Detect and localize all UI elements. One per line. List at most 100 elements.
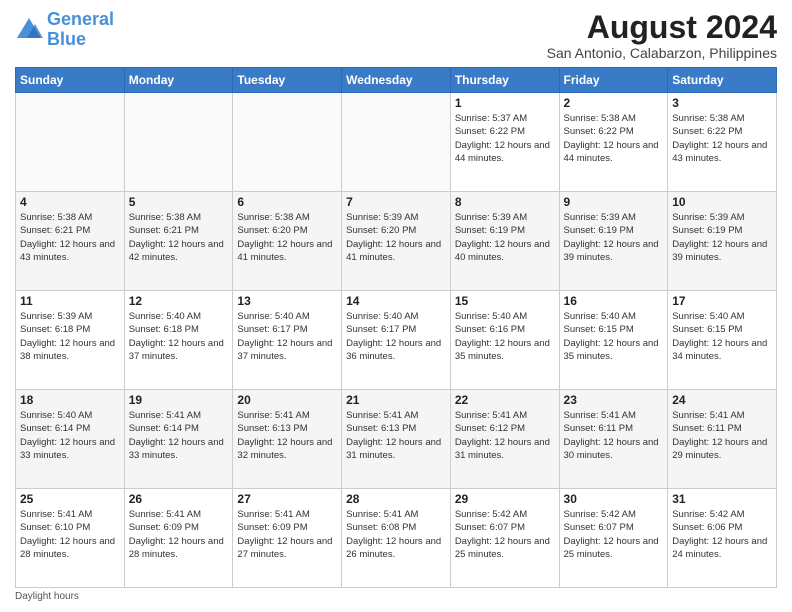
calendar-cell: 25 Sunrise: 5:41 AM Sunset: 6:10 PM Dayli… <box>16 489 125 588</box>
calendar-cell: 18 Sunrise: 5:40 AM Sunset: 6:14 PM Dayli… <box>16 390 125 489</box>
calendar-header-wednesday: Wednesday <box>342 68 451 93</box>
calendar-cell: 6 Sunrise: 5:38 AM Sunset: 6:20 PM Daylig… <box>233 192 342 291</box>
day-info: Sunrise: 5:39 AM Sunset: 6:20 PM Dayligh… <box>346 211 446 264</box>
day-number: 14 <box>346 294 446 308</box>
calendar-header-tuesday: Tuesday <box>233 68 342 93</box>
calendar-cell: 17 Sunrise: 5:40 AM Sunset: 6:15 PM Dayli… <box>668 291 777 390</box>
calendar-cell: 5 Sunrise: 5:38 AM Sunset: 6:21 PM Daylig… <box>124 192 233 291</box>
calendar-cell: 1Sunrise: 5:37 AM Sunset: 6:22 PM Daylig… <box>450 93 559 192</box>
day-number: 18 <box>20 393 120 407</box>
day-info: Sunrise: 5:41 AM Sunset: 6:11 PM Dayligh… <box>564 409 664 462</box>
calendar-header-thursday: Thursday <box>450 68 559 93</box>
day-info: Sunrise: 5:40 AM Sunset: 6:17 PM Dayligh… <box>346 310 446 363</box>
day-number: 16 <box>564 294 664 308</box>
day-info: Sunrise: 5:40 AM Sunset: 6:14 PM Dayligh… <box>20 409 120 462</box>
calendar-cell: 21 Sunrise: 5:41 AM Sunset: 6:13 PM Dayli… <box>342 390 451 489</box>
calendar-cell: 20 Sunrise: 5:41 AM Sunset: 6:13 PM Dayli… <box>233 390 342 489</box>
day-info: Sunrise: 5:41 AM Sunset: 6:13 PM Dayligh… <box>237 409 337 462</box>
calendar-cell: 15 Sunrise: 5:40 AM Sunset: 6:16 PM Dayli… <box>450 291 559 390</box>
day-info: Sunrise: 5:40 AM Sunset: 6:18 PM Dayligh… <box>129 310 229 363</box>
calendar-cell: 31 Sunrise: 5:42 AM Sunset: 6:06 PM Dayli… <box>668 489 777 588</box>
calendar-header-saturday: Saturday <box>668 68 777 93</box>
calendar-cell: 3 Sunrise: 5:38 AM Sunset: 6:22 PM Daylig… <box>668 93 777 192</box>
calendar-table: SundayMondayTuesdayWednesdayThursdayFrid… <box>15 67 777 588</box>
day-info: Sunrise: 5:41 AM Sunset: 6:09 PM Dayligh… <box>237 508 337 561</box>
day-number: 25 <box>20 492 120 506</box>
day-number: 15 <box>455 294 555 308</box>
day-info: Sunrise: 5:41 AM Sunset: 6:08 PM Dayligh… <box>346 508 446 561</box>
calendar-cell <box>16 93 125 192</box>
day-info: Sunrise: 5:42 AM Sunset: 6:06 PM Dayligh… <box>672 508 772 561</box>
day-info: Sunrise: 5:38 AM Sunset: 6:20 PM Dayligh… <box>237 211 337 264</box>
subtitle: San Antonio, Calabarzon, Philippines <box>547 45 777 61</box>
calendar-week-4: 25 Sunrise: 5:41 AM Sunset: 6:10 PM Dayli… <box>16 489 777 588</box>
day-info: Sunrise: 5:38 AM Sunset: 6:21 PM Dayligh… <box>129 211 229 264</box>
day-number: 21 <box>346 393 446 407</box>
logo: General Blue <box>15 10 114 50</box>
day-number: 4 <box>20 195 120 209</box>
logo-text: General Blue <box>47 10 114 50</box>
day-number: 29 <box>455 492 555 506</box>
day-info: Sunrise: 5:38 AM Sunset: 6:22 PM Dayligh… <box>564 112 664 165</box>
calendar-week-2: 11 Sunrise: 5:39 AM Sunset: 6:18 PM Dayli… <box>16 291 777 390</box>
calendar-cell: 8Sunrise: 5:39 AM Sunset: 6:19 PM Daylig… <box>450 192 559 291</box>
main-title: August 2024 <box>547 10 777 45</box>
calendar-cell: 7 Sunrise: 5:39 AM Sunset: 6:20 PM Daylig… <box>342 192 451 291</box>
calendar-cell: 2 Sunrise: 5:38 AM Sunset: 6:22 PM Daylig… <box>559 93 668 192</box>
day-number: 1 <box>455 96 555 110</box>
day-number: 22 <box>455 393 555 407</box>
day-info: Sunrise: 5:38 AM Sunset: 6:22 PM Dayligh… <box>672 112 772 165</box>
calendar-cell: 26 Sunrise: 5:41 AM Sunset: 6:09 PM Dayli… <box>124 489 233 588</box>
calendar-cell <box>233 93 342 192</box>
calendar-cell: 24 Sunrise: 5:41 AM Sunset: 6:11 PM Dayli… <box>668 390 777 489</box>
calendar-week-3: 18 Sunrise: 5:40 AM Sunset: 6:14 PM Dayli… <box>16 390 777 489</box>
calendar-cell <box>342 93 451 192</box>
calendar-cell: 10 Sunrise: 5:39 AM Sunset: 6:19 PM Dayli… <box>668 192 777 291</box>
footer-note: Daylight hours <box>15 591 777 602</box>
day-info: Sunrise: 5:41 AM Sunset: 6:09 PM Dayligh… <box>129 508 229 561</box>
day-info: Sunrise: 5:41 AM Sunset: 6:13 PM Dayligh… <box>346 409 446 462</box>
day-info: Sunrise: 5:39 AM Sunset: 6:19 PM Dayligh… <box>672 211 772 264</box>
day-number: 11 <box>20 294 120 308</box>
day-info: Sunrise: 5:40 AM Sunset: 6:16 PM Dayligh… <box>455 310 555 363</box>
calendar-week-1: 4 Sunrise: 5:38 AM Sunset: 6:21 PM Daylig… <box>16 192 777 291</box>
day-number: 6 <box>237 195 337 209</box>
day-number: 23 <box>564 393 664 407</box>
calendar-cell: 27Sunrise: 5:41 AM Sunset: 6:09 PM Dayli… <box>233 489 342 588</box>
day-number: 7 <box>346 195 446 209</box>
day-number: 30 <box>564 492 664 506</box>
day-number: 20 <box>237 393 337 407</box>
day-info: Sunrise: 5:40 AM Sunset: 6:15 PM Dayligh… <box>564 310 664 363</box>
day-number: 19 <box>129 393 229 407</box>
day-number: 5 <box>129 195 229 209</box>
day-number: 9 <box>564 195 664 209</box>
day-number: 3 <box>672 96 772 110</box>
day-info: Sunrise: 5:40 AM Sunset: 6:17 PM Dayligh… <box>237 310 337 363</box>
day-info: Sunrise: 5:41 AM Sunset: 6:11 PM Dayligh… <box>672 409 772 462</box>
day-number: 12 <box>129 294 229 308</box>
day-info: Sunrise: 5:39 AM Sunset: 6:18 PM Dayligh… <box>20 310 120 363</box>
header: General Blue August 2024 San Antonio, Ca… <box>15 10 777 61</box>
calendar-cell: 30 Sunrise: 5:42 AM Sunset: 6:07 PM Dayli… <box>559 489 668 588</box>
calendar-header-friday: Friday <box>559 68 668 93</box>
day-number: 2 <box>564 96 664 110</box>
day-number: 24 <box>672 393 772 407</box>
calendar-cell: 23 Sunrise: 5:41 AM Sunset: 6:11 PM Dayli… <box>559 390 668 489</box>
day-number: 8 <box>455 195 555 209</box>
day-info: Sunrise: 5:41 AM Sunset: 6:12 PM Dayligh… <box>455 409 555 462</box>
day-number: 26 <box>129 492 229 506</box>
calendar-cell: 13 Sunrise: 5:40 AM Sunset: 6:17 PM Dayli… <box>233 291 342 390</box>
day-info: Sunrise: 5:41 AM Sunset: 6:14 PM Dayligh… <box>129 409 229 462</box>
calendar-cell: 11 Sunrise: 5:39 AM Sunset: 6:18 PM Dayli… <box>16 291 125 390</box>
day-number: 31 <box>672 492 772 506</box>
day-number: 10 <box>672 195 772 209</box>
day-number: 13 <box>237 294 337 308</box>
calendar-cell: 28 Sunrise: 5:41 AM Sunset: 6:08 PM Dayli… <box>342 489 451 588</box>
day-info: Sunrise: 5:40 AM Sunset: 6:15 PM Dayligh… <box>672 310 772 363</box>
day-number: 17 <box>672 294 772 308</box>
calendar-cell: 16 Sunrise: 5:40 AM Sunset: 6:15 PM Dayli… <box>559 291 668 390</box>
day-info: Sunrise: 5:42 AM Sunset: 6:07 PM Dayligh… <box>564 508 664 561</box>
day-info: Sunrise: 5:41 AM Sunset: 6:10 PM Dayligh… <box>20 508 120 561</box>
day-number: 28 <box>346 492 446 506</box>
calendar-cell: 4Sunrise: 5:38 AM Sunset: 6:21 PM Daylig… <box>16 192 125 291</box>
